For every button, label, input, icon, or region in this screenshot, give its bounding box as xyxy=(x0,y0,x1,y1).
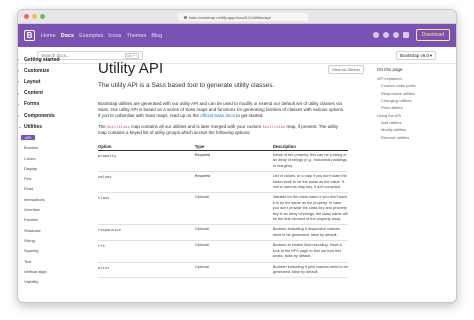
toc-link-modify-utilities[interactable]: Modify utilities xyxy=(377,126,447,133)
main-content: Utility API View on GitHub The utility A… xyxy=(98,54,364,279)
sidebar-item-components[interactable]: › Components xyxy=(18,110,88,121)
download-button[interactable]: Download xyxy=(415,29,450,41)
nav-docs[interactable]: Docs xyxy=(61,33,74,39)
sidebar-link-borders[interactable]: Borders xyxy=(24,143,88,153)
sidebar-link-text[interactable]: Text xyxy=(24,256,88,266)
sidebar-link-visibility[interactable]: Visibility xyxy=(24,276,88,286)
top-navbar: B Home Docs Examples Icons Themes Blog D… xyxy=(18,24,456,47)
version-dropdown[interactable]: Bootstrap v5.0 ▾ xyxy=(396,51,436,60)
sidebar-link-colors[interactable]: Colors xyxy=(24,153,88,163)
column-header: Description xyxy=(272,142,348,151)
option-description: Boolean indicating if print classes need… xyxy=(272,262,348,279)
sidebar-item-utilities[interactable]: ⌄ Utilities xyxy=(18,121,88,132)
option-type: Optional xyxy=(194,240,273,263)
navbar-actions: Download xyxy=(372,29,450,41)
sidebar-item-getting-started[interactable]: › Getting started xyxy=(18,54,88,65)
toc-link-add-utilities[interactable]: Add utilities xyxy=(377,119,447,126)
nav-themes[interactable]: Themes xyxy=(126,33,146,39)
docs-sidebar: › Getting started › Customize › Layout › Con… xyxy=(18,54,88,287)
option-description: Boolean to enable fluid rescaling. Have … xyxy=(272,240,348,263)
intro-paragraph: Bootstrap utilities are generated with o… xyxy=(98,101,345,119)
option-description: Name of the property, this can be a stri… xyxy=(272,150,348,173)
github-icon[interactable] xyxy=(372,32,379,38)
option-name: responsive xyxy=(98,224,195,242)
bootstrap-logo-icon[interactable]: B xyxy=(24,30,35,41)
slack-icon[interactable] xyxy=(392,32,399,38)
lock-icon xyxy=(184,15,187,19)
option-description: List of values, or a map if you don't wa… xyxy=(272,171,348,194)
sidebar-item-layout[interactable]: › Layout xyxy=(18,76,88,87)
inline-code: $utilities xyxy=(107,123,130,129)
sidebar-link-float[interactable]: Float xyxy=(24,184,88,194)
option-description: Variable for the class name if you don't… xyxy=(272,192,348,226)
option-type: Required xyxy=(194,171,273,194)
table-of-contents: On this page API explained Custom class … xyxy=(377,67,447,141)
table-row: responsive Optional Boolean indicating i… xyxy=(98,224,348,242)
option-type: Optional xyxy=(194,224,273,242)
window-controls xyxy=(24,14,45,19)
column-header: Type xyxy=(194,142,273,151)
sidebar-link-spacing[interactable]: Spacing xyxy=(24,246,88,256)
version-label: Bootstrap v5.0 xyxy=(400,53,430,58)
chevron-down-icon: ▾ xyxy=(429,52,432,58)
option-type: Optional xyxy=(194,262,273,279)
option-description: Boolean indicating if responsive classes… xyxy=(272,224,348,242)
option-name: class xyxy=(98,192,195,226)
table-header-row: Option Type Description xyxy=(98,142,348,151)
option-name: values xyxy=(98,171,195,194)
twitter-icon[interactable] xyxy=(382,32,389,38)
table-row: rfs Optional Boolean to enable fluid res… xyxy=(98,240,348,263)
toc-link-responsive-utilities[interactable]: Responsive utilities xyxy=(377,90,447,97)
toc-link-custom-class-prefix[interactable]: Custom class prefix xyxy=(377,82,447,89)
page-lead: The utility API is a Sass based tool to … xyxy=(98,82,275,89)
toc-link-print-utilities[interactable]: Print utilities xyxy=(377,104,447,111)
sidebar-link-api[interactable]: API xyxy=(21,132,88,142)
maximize-window-button[interactable] xyxy=(40,14,45,19)
nav-home[interactable]: Home xyxy=(41,33,56,39)
toc-link-remove-utilities[interactable]: Remove utilities xyxy=(377,133,447,140)
option-name: print xyxy=(98,262,195,279)
sidebar-link-display[interactable]: Display xyxy=(24,163,88,173)
sidebar-link-vertical-align[interactable]: Vertical align xyxy=(24,266,88,276)
option-type: Optional xyxy=(194,192,273,226)
sidebar-link-interactions[interactable]: Interactions xyxy=(24,194,88,204)
sidebar-link-sizing[interactable]: Sizing xyxy=(24,235,88,245)
sidebar-link-position[interactable]: Position xyxy=(24,215,88,225)
option-type: Required xyxy=(194,150,273,173)
nav-blog[interactable]: Blog xyxy=(151,33,162,39)
utilities-submenu: API Borders Colors Display Flex Float In… xyxy=(18,132,88,286)
minimize-window-button[interactable] xyxy=(32,14,37,19)
close-window-button[interactable] xyxy=(24,14,29,19)
option-name: rfs xyxy=(98,240,195,263)
view-on-github-button[interactable]: View on GitHub xyxy=(328,65,364,74)
sidebar-item-content[interactable]: › Content xyxy=(18,88,88,99)
options-table: Option Type Description property Require… xyxy=(98,142,348,279)
toc-link-api-explained[interactable]: API explained xyxy=(377,75,447,82)
sidebar-item-customize[interactable]: › Customize xyxy=(18,65,88,76)
toc-title: On this page xyxy=(377,67,403,72)
table-row: class Optional Variable for the class na… xyxy=(98,192,348,226)
address-bar[interactable]: twbs-bootstrap.netlify.app/docs/5.0/util… xyxy=(178,13,308,21)
page-title: Utility API xyxy=(98,60,164,77)
column-header: Option xyxy=(98,142,195,151)
opencollective-icon[interactable] xyxy=(402,32,409,38)
sidebar-link-shadows[interactable]: Shadows xyxy=(24,225,88,235)
sass-docs-link[interactable]: official Sass docs xyxy=(200,113,235,118)
browser-titlebar: twbs-bootstrap.netlify.app/docs/5.0/util… xyxy=(18,10,456,24)
table-row: property Required Name of the property, … xyxy=(98,150,348,173)
table-row: values Required List of values, or a map… xyxy=(98,171,348,194)
toc-link-changing-utilities[interactable]: Changing utilities xyxy=(377,97,447,104)
toc-link-using-the-api[interactable]: Using the API xyxy=(377,111,447,118)
nav-icons[interactable]: Icons xyxy=(108,33,121,39)
option-name: property xyxy=(98,150,195,173)
inline-code: $utilities xyxy=(262,123,286,129)
address-url: twbs-bootstrap.netlify.app/docs/5.0/util… xyxy=(189,14,272,20)
utilities-map-paragraph: The $utilities map contains all our util… xyxy=(98,123,338,135)
sidebar-item-forms[interactable]: › Forms xyxy=(18,99,88,110)
table-row: print Optional Boolean indicating if pri… xyxy=(98,262,348,279)
sidebar-link-flex[interactable]: Flex xyxy=(24,174,88,184)
sidebar-link-overflow[interactable]: Overflow xyxy=(24,204,88,214)
nav-examples[interactable]: Examples xyxy=(79,33,103,39)
